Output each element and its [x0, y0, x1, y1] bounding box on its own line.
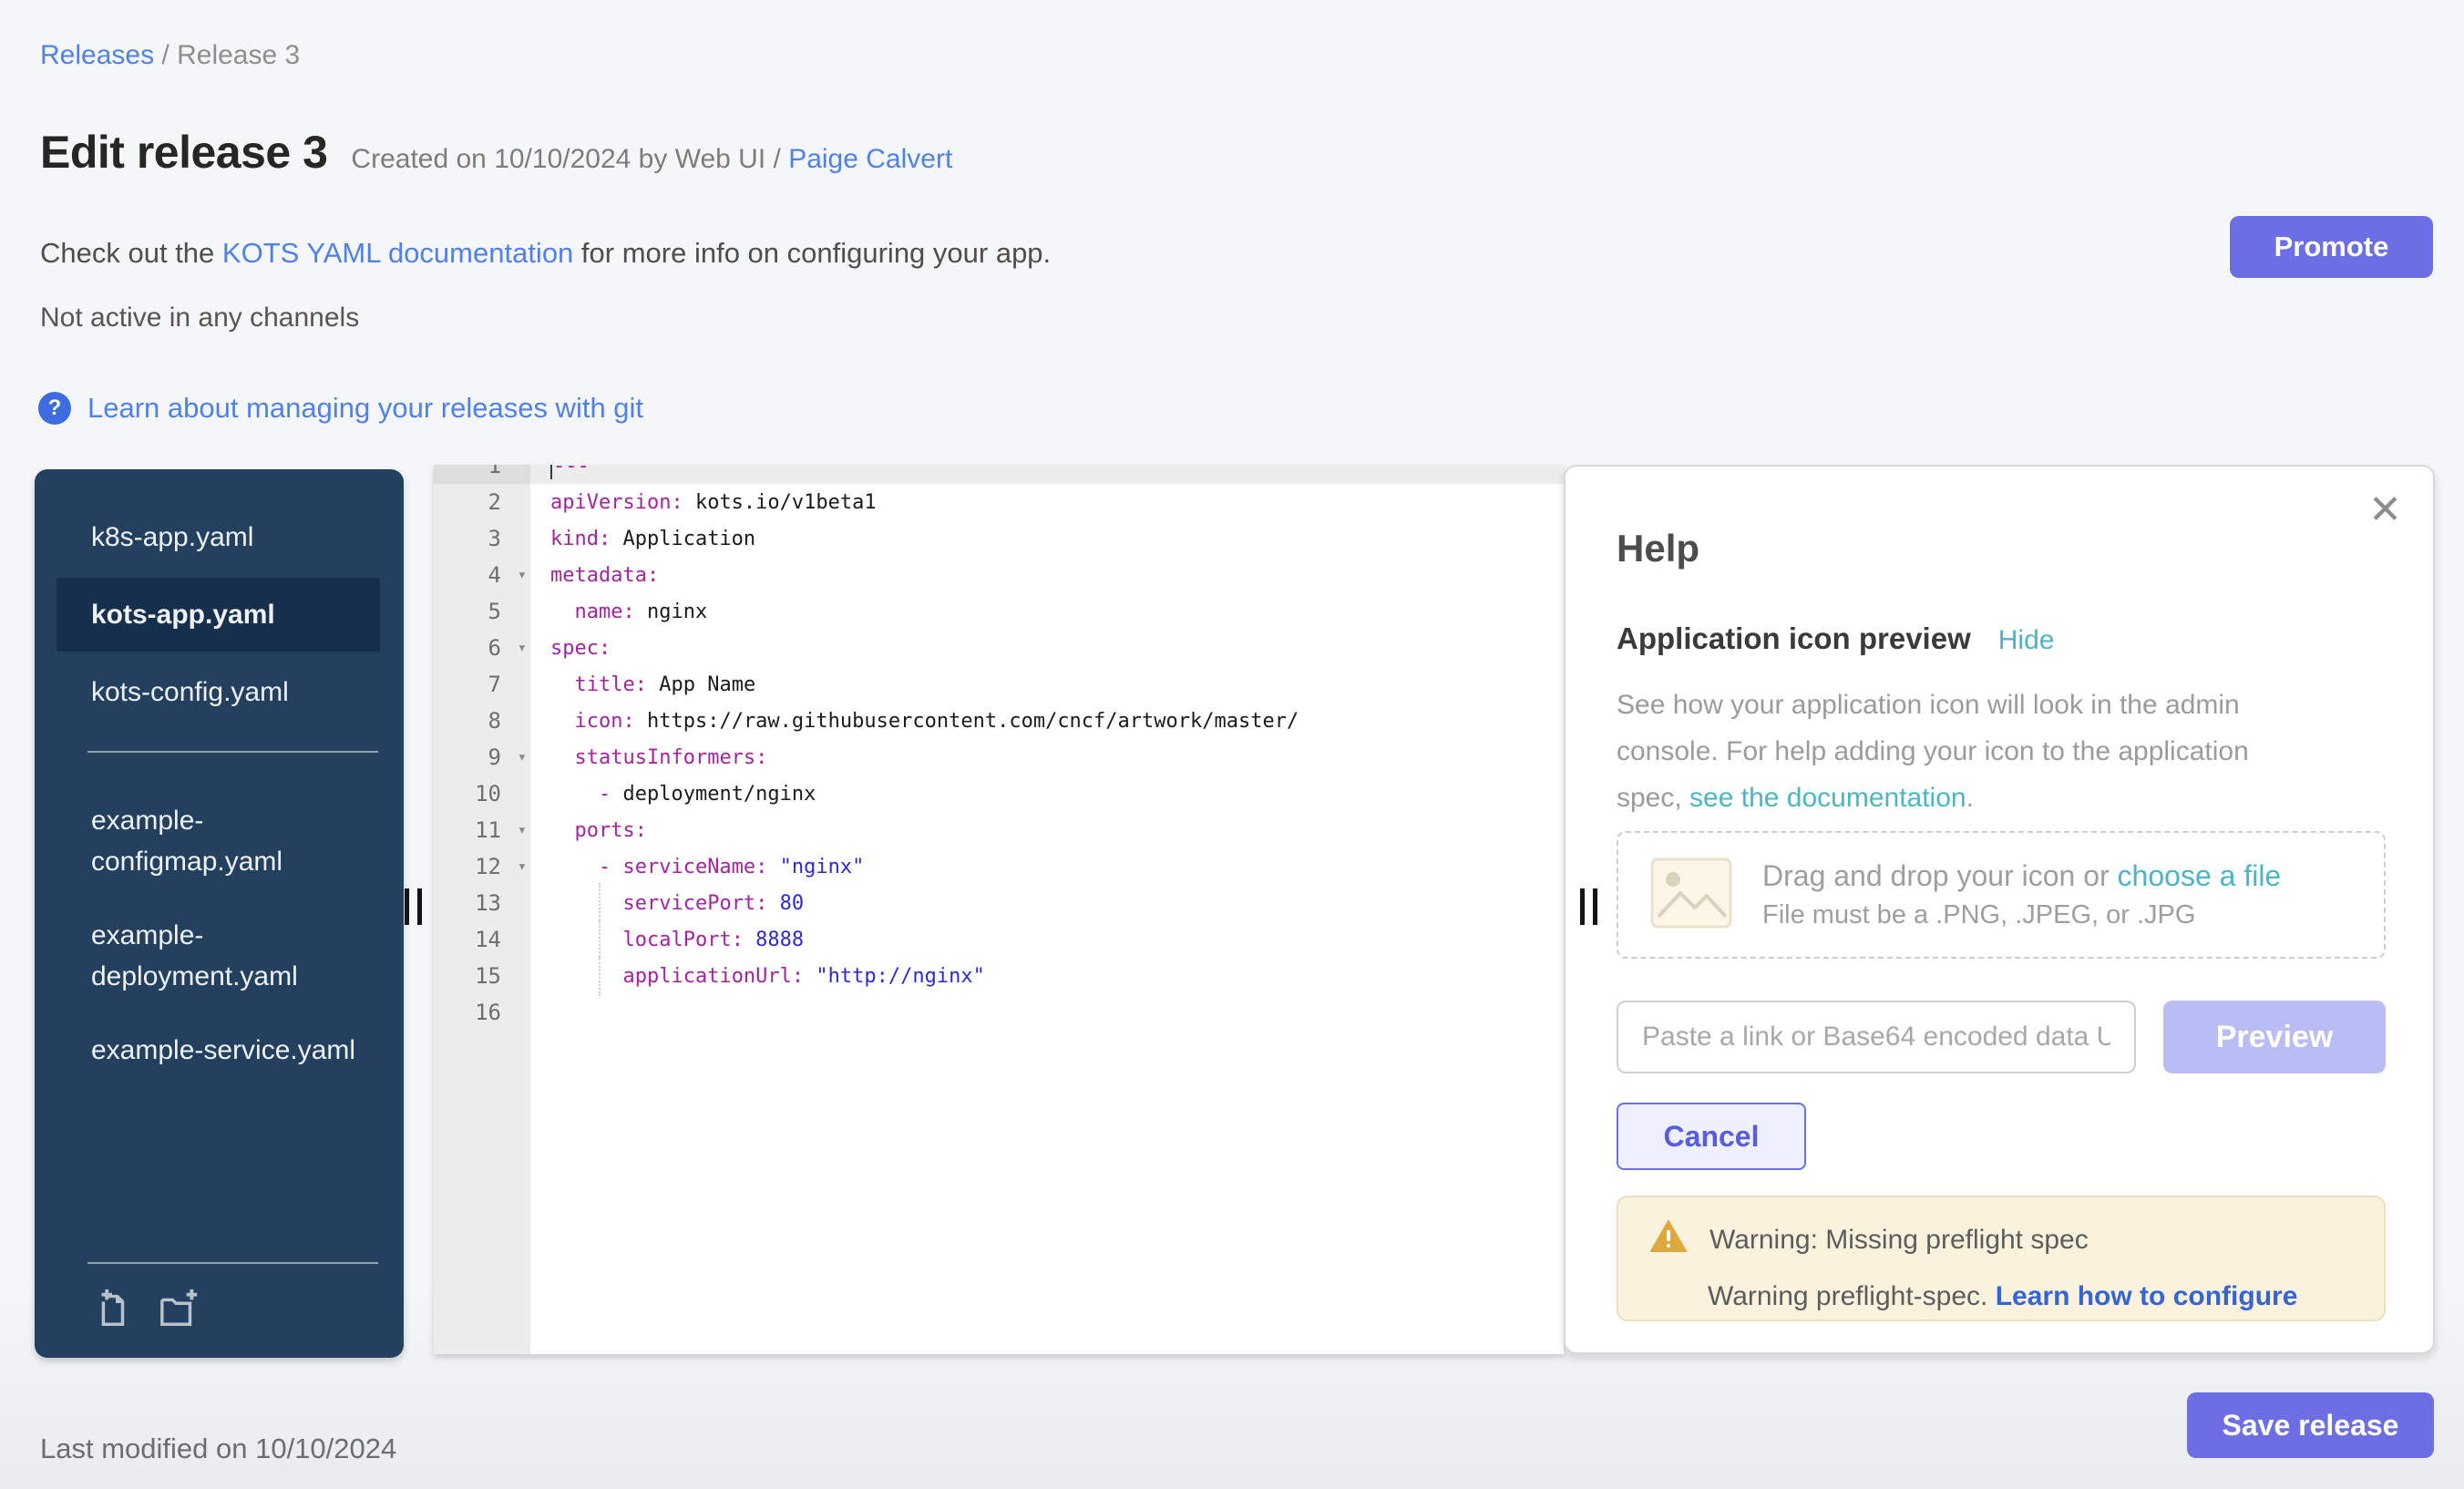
- title-row: Edit release 3 Created on 10/10/2024 by …: [40, 126, 952, 179]
- sidebar-resize-handle[interactable]: [405, 888, 422, 925]
- docs-line: Check out the KOTS YAML documentation fo…: [40, 237, 1051, 270]
- code-line[interactable]: 15 applicationUrl: "http://nginx": [434, 958, 1564, 994]
- code-line[interactable]: 2apiVersion: kots.io/v1beta1: [434, 484, 1564, 520]
- page-title: Edit release 3: [40, 126, 327, 179]
- help-panel: ✕ Help Application icon preview Hide See…: [1564, 465, 2435, 1354]
- choose-a-file-link[interactable]: choose a file: [2118, 859, 2282, 892]
- fold-arrow-icon[interactable]: ▾: [518, 566, 527, 584]
- sidebar-item-example-deployment.yaml[interactable]: example-deployment.yaml: [35, 902, 404, 1010]
- created-by-link[interactable]: Paige Calvert: [788, 144, 952, 174]
- breadcrumb-separator: /: [154, 40, 177, 70]
- code-line[interactable]: 4▾metadata:: [434, 557, 1564, 593]
- code-line[interactable]: 5 name: nginx: [434, 593, 1564, 630]
- breadcrumb: Releases / Release 3: [40, 40, 300, 71]
- warning-detail-text: Warning preflight-spec.: [1708, 1281, 1996, 1311]
- add-folder-icon[interactable]: [159, 1288, 200, 1334]
- code-line[interactable]: 13 servicePort: 80: [434, 885, 1564, 921]
- fold-arrow-icon[interactable]: ▾: [518, 821, 527, 839]
- preflight-warning: Warning: Missing preflight spec Warning …: [1617, 1196, 2386, 1321]
- git-help-link[interactable]: Learn about managing your releases with …: [87, 392, 643, 425]
- sidebar-divider: [87, 1262, 378, 1264]
- code-line[interactable]: 11▾ ports:: [434, 812, 1564, 848]
- code-line[interactable]: 10 - deployment/nginx: [434, 775, 1564, 812]
- dropzone-text: Drag and drop your icon or choose a file: [1762, 859, 2281, 893]
- icon-dropzone[interactable]: Drag and drop your icon or choose a file…: [1617, 831, 2386, 959]
- dropzone-filetypes: File must be a .PNG, .JPEG, or .JPG: [1762, 900, 2281, 930]
- sidebar-item-kots-app.yaml[interactable]: kots-app.yaml: [56, 578, 380, 652]
- learn-how-to-configure-link[interactable]: Learn how to configure: [1996, 1281, 2298, 1311]
- breadcrumb-current: Release 3: [177, 40, 300, 70]
- git-help-row: ? Learn about managing your releases wit…: [38, 392, 643, 425]
- add-file-icon[interactable]: [91, 1288, 133, 1334]
- close-icon[interactable]: ✕: [2368, 490, 2402, 530]
- docs-post-text: for more info on configuring your app.: [573, 237, 1051, 269]
- fold-arrow-icon[interactable]: ▾: [518, 639, 527, 657]
- promote-button[interactable]: Promote: [2230, 216, 2433, 278]
- breadcrumb-releases-link[interactable]: Releases: [40, 40, 154, 70]
- created-info: Created on 10/10/2024 by Web UI / Paige …: [351, 144, 952, 175]
- warning-icon: [1649, 1219, 1688, 1261]
- code-line[interactable]: 3kind: Application: [434, 520, 1564, 557]
- last-modified: Last modified on 10/10/2024: [40, 1433, 396, 1465]
- sidebar-item-example-service.yaml[interactable]: example-service.yaml: [35, 1017, 404, 1083]
- channel-status: Not active in any channels: [40, 303, 359, 334]
- file-sidebar: k8s-app.yaml kots-app.yaml kots-config.yam…: [35, 469, 404, 1358]
- docs-pre-text: Check out the: [40, 237, 222, 269]
- icon-preview-description: See how your application icon will look …: [1617, 682, 2264, 821]
- see-documentation-link[interactable]: see the documentation: [1689, 783, 1966, 813]
- warning-title: Warning: Missing preflight spec: [1709, 1225, 2089, 1256]
- cancel-button[interactable]: Cancel: [1617, 1103, 1806, 1170]
- sidebar-item-k8s-app.yaml[interactable]: k8s-app.yaml: [35, 504, 404, 570]
- question-icon: ?: [38, 392, 71, 425]
- code-line[interactable]: 16: [434, 994, 1564, 1031]
- created-text: Created on 10/10/2024 by Web UI /: [351, 144, 780, 174]
- sidebar-bottom: [35, 1262, 404, 1358]
- text-cursor: [550, 465, 552, 479]
- help-panel-resize-handle[interactable]: [1580, 888, 1597, 925]
- warning-detail: Warning preflight-spec. Learn how to con…: [1708, 1281, 2297, 1312]
- preview-button[interactable]: Preview: [2163, 1001, 2386, 1073]
- yaml-editor[interactable]: 1---2apiVersion: kots.io/v1beta13kind: A…: [434, 465, 1564, 1354]
- kots-yaml-docs-link[interactable]: KOTS YAML documentation: [222, 237, 573, 269]
- image-placeholder-icon: [1649, 857, 1733, 934]
- fold-arrow-icon[interactable]: ▾: [518, 857, 527, 876]
- hide-link[interactable]: Hide: [1998, 625, 2055, 656]
- code-line[interactable]: 8 icon: https://raw.githubusercontent.co…: [434, 703, 1564, 739]
- help-title: Help: [1617, 527, 1699, 570]
- code-line[interactable]: 12▾ - serviceName: "nginx": [434, 848, 1564, 885]
- code-line[interactable]: 9▾ statusInformers:: [434, 739, 1564, 775]
- sidebar-actions: [35, 1288, 404, 1334]
- file-list-divider: [87, 751, 378, 753]
- code-line[interactable]: 7 title: App Name: [434, 666, 1564, 703]
- dropzone-pre-text: Drag and drop your icon or: [1762, 859, 2118, 892]
- editor-lines: 1---2apiVersion: kots.io/v1beta13kind: A…: [434, 465, 1564, 1031]
- code-line[interactable]: 1---: [434, 465, 1564, 484]
- code-line[interactable]: 6▾spec:: [434, 630, 1564, 666]
- file-list: k8s-app.yaml kots-app.yaml kots-config.yam…: [35, 504, 404, 1083]
- fold-arrow-icon[interactable]: ▾: [518, 748, 527, 766]
- sidebar-item-kots-config.yaml[interactable]: kots-config.yaml: [35, 659, 404, 725]
- icon-link-input[interactable]: [1617, 1001, 2136, 1073]
- description-period: .: [1966, 783, 1974, 813]
- code-line[interactable]: 14 localPort: 8888: [434, 921, 1564, 958]
- icon-preview-title: Application icon preview: [1617, 621, 1971, 656]
- sidebar-item-example-configmap.yaml[interactable]: example-configmap.yaml: [35, 787, 404, 895]
- save-release-button[interactable]: Save release: [2187, 1392, 2434, 1458]
